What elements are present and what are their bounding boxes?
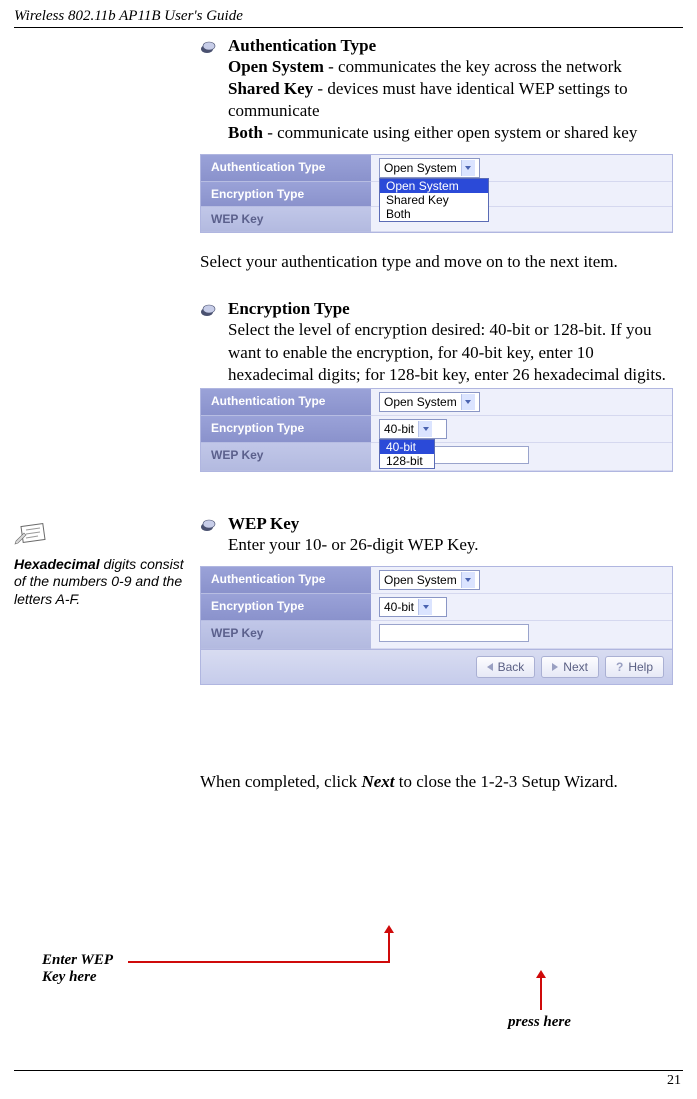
select-enc-type[interactable]: 40-bit (379, 419, 447, 439)
question-icon: ? (616, 660, 623, 674)
option-both[interactable]: Both (380, 207, 488, 221)
note-icon (14, 521, 194, 552)
screenshot-enc: Authentication Type Open System Encrypti… (200, 388, 673, 472)
closing-pre: When completed, click (200, 772, 361, 791)
closing-text: When completed, click Next to close the … (200, 771, 673, 793)
content-area: Authentication Type Open System - commun… (0, 36, 697, 793)
screenshot-wep: Authentication Type Open System Encrypti… (200, 566, 673, 685)
dropdown-enc-options[interactable]: 40-bit 128-bit (379, 439, 435, 469)
select-auth-value: Open System (384, 161, 457, 175)
shot3-label-auth: Authentication Type (201, 567, 371, 594)
help-button[interactable]: ? Help (605, 656, 664, 678)
option-shared-key[interactable]: Shared Key (380, 193, 488, 207)
callout-enter-wep-l2: Key here (42, 969, 113, 986)
callout-enter-wep: Enter WEP Key here (42, 952, 113, 986)
dropdown-auth-options[interactable]: Open System Shared Key Both (379, 178, 489, 222)
arrow-up-icon (384, 925, 394, 933)
triangle-right-icon (552, 663, 558, 671)
section-wep-key: WEP Key Enter your 10- or 26-digit WEP K… (200, 514, 673, 556)
heading-auth-type: Authentication Type (228, 36, 673, 56)
label-shared-key: Shared Key (228, 79, 313, 98)
chevron-down-icon (418, 599, 432, 615)
sidenote-bold: Hexadecimal (14, 556, 100, 572)
shot2-label-auth: Authentication Type (201, 389, 371, 416)
chevron-down-icon (418, 421, 432, 437)
select-auth-type[interactable]: Open System (379, 158, 480, 178)
section-enc-type: Encryption Type Select the level of encr… (200, 299, 673, 385)
bullet-icon (200, 39, 218, 55)
wep-key-input[interactable] (379, 624, 529, 642)
back-button[interactable]: Back (476, 656, 536, 678)
select-enc-type-3[interactable]: 40-bit (379, 597, 447, 617)
chevron-down-icon (461, 160, 475, 176)
bullet-icon (200, 302, 218, 318)
closing-next: Next (361, 772, 394, 791)
shot1-label-wep: WEP Key (201, 207, 371, 232)
select-auth-type-2[interactable]: Open System (379, 392, 480, 412)
option-open-system[interactable]: Open System (380, 179, 488, 193)
option-128bit[interactable]: 128-bit (380, 454, 434, 468)
section-auth-type: Authentication Type Open System - commun… (200, 36, 673, 144)
closing-post: to close the 1-2-3 Setup Wizard. (394, 772, 617, 791)
select-auth-type-3[interactable]: Open System (379, 570, 480, 590)
desc-wep-key: Enter your 10- or 26-digit WEP Key. (228, 534, 673, 556)
shot2-label-wep: WEP Key (201, 443, 371, 471)
heading-enc-type: Encryption Type (228, 299, 673, 319)
label-both: Both (228, 123, 263, 142)
triangle-left-icon (487, 663, 493, 671)
callout-press-here: press here (508, 1014, 571, 1031)
shot1-label-auth: Authentication Type (201, 155, 371, 182)
label-open-system: Open System (228, 57, 324, 76)
sidenote-hexadecimal: Hexadecimal digits consist of the number… (14, 521, 194, 608)
shot1-label-enc: Encryption Type (201, 182, 371, 207)
screenshot-auth: Authentication Type Open System Open Sys… (200, 154, 673, 233)
desc-open-system: - communicates the key across the networ… (324, 57, 622, 76)
header-rule (14, 27, 683, 28)
option-40bit[interactable]: 40-bit (380, 440, 434, 454)
wizard-button-row: Back Next ? Help (201, 649, 672, 684)
back-label: Back (498, 660, 525, 674)
text-select-auth: Select your authentication type and move… (200, 251, 673, 273)
arrow-line (540, 976, 542, 1010)
select-enc-value-3: 40-bit (384, 600, 414, 614)
bullet-icon (200, 517, 218, 533)
next-button[interactable]: Next (541, 656, 599, 678)
shot2-label-enc: Encryption Type (201, 416, 371, 443)
doc-header: Wireless 802.11b AP11B User's Guide (0, 0, 697, 27)
help-label: Help (628, 660, 653, 674)
heading-wep-key: WEP Key (228, 514, 673, 534)
select-auth-value-2: Open System (384, 395, 457, 409)
chevron-down-icon (461, 572, 475, 588)
arrow-line (388, 931, 390, 963)
chevron-down-icon (461, 394, 475, 410)
arrow-up-icon (536, 970, 546, 978)
next-label: Next (563, 660, 588, 674)
select-enc-value: 40-bit (384, 422, 414, 436)
desc-enc-type: Select the level of encryption desired: … (228, 319, 673, 385)
desc-both: - communicate using either open system o… (263, 123, 637, 142)
shot3-label-wep: WEP Key (201, 621, 371, 649)
shot3-label-enc: Encryption Type (201, 594, 371, 621)
arrow-line (128, 961, 390, 963)
page-number: 21 (0, 1071, 697, 1089)
select-auth-value-3: Open System (384, 573, 457, 587)
callout-enter-wep-l1: Enter WEP (42, 952, 113, 969)
